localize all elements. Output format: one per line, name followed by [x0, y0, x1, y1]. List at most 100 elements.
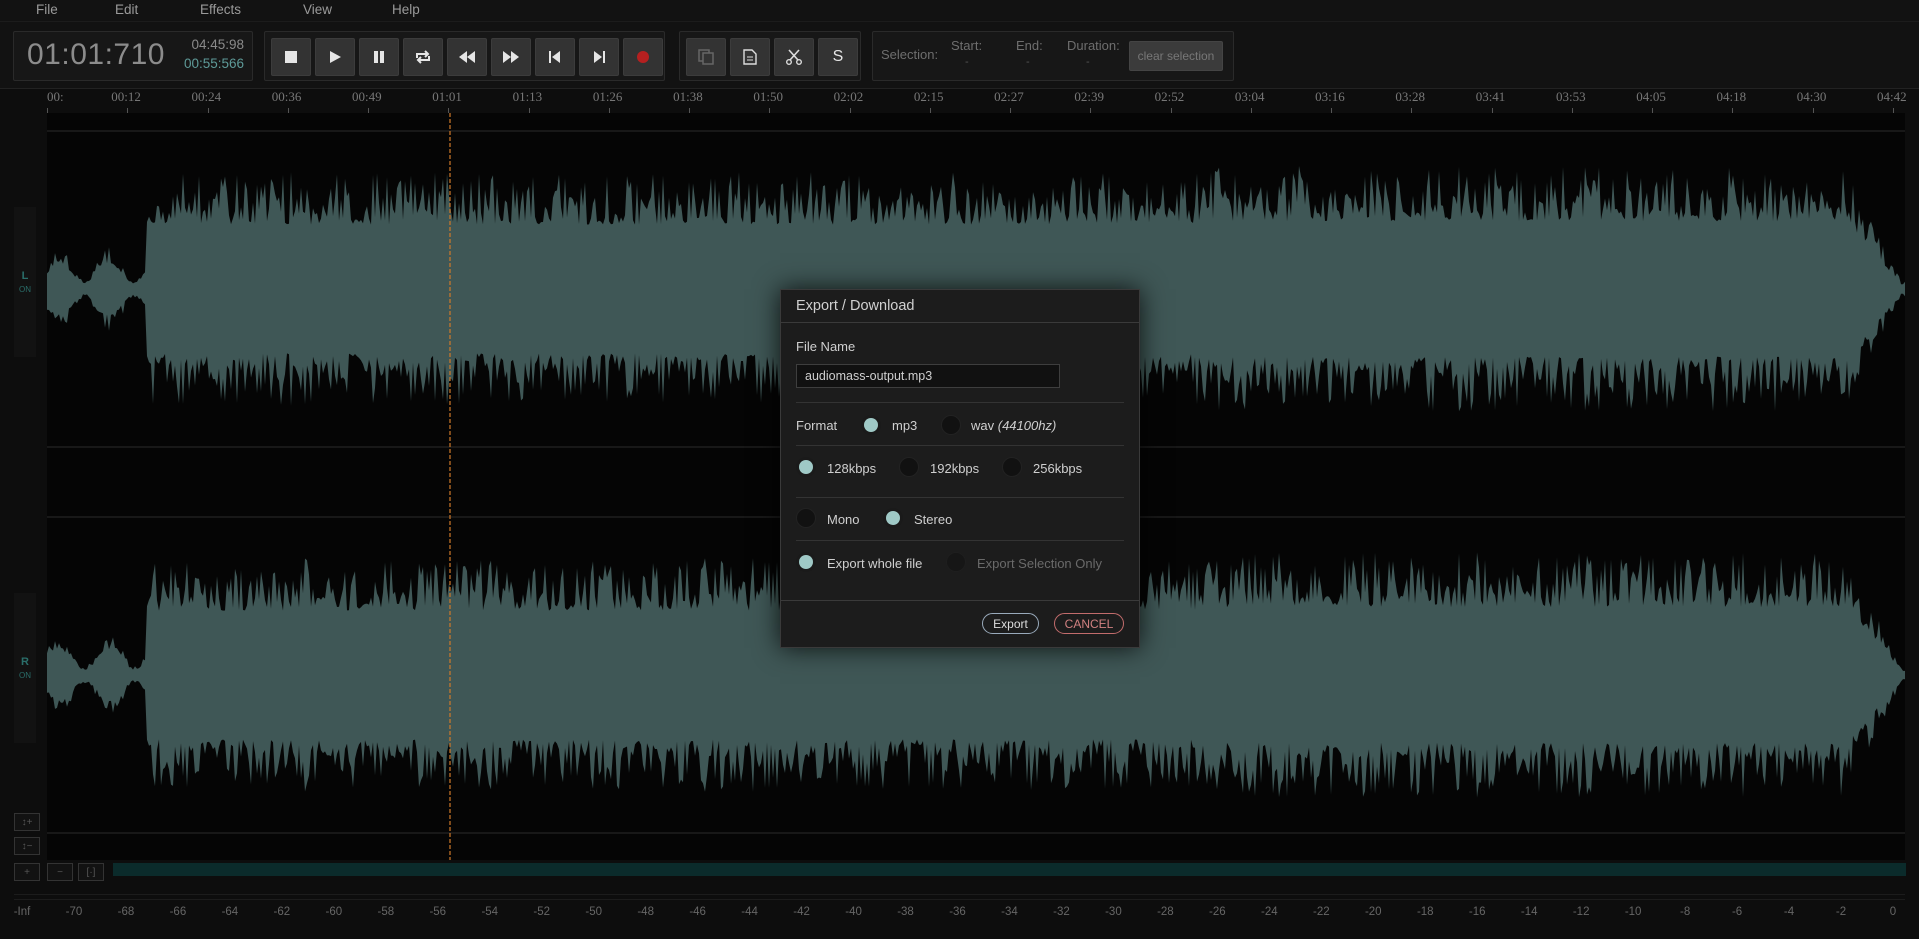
db-scale-label: -18: [1416, 906, 1434, 918]
edit-tools: S: [679, 31, 861, 81]
db-scale-label: -16: [1468, 906, 1486, 918]
db-scale-label: -50: [585, 906, 602, 918]
rewind-button[interactable]: [447, 38, 487, 76]
toolbar: 01:01:710 04:45:98 00:55:566 S Selection…: [0, 22, 1919, 89]
paste-button[interactable]: [730, 38, 770, 76]
timeline-tick: 04:30: [1796, 89, 1827, 104]
zoom-in-button[interactable]: +: [14, 863, 40, 881]
cut-icon: [786, 49, 802, 65]
db-scale-label: -56: [429, 906, 447, 918]
cancel-button[interactable]: CANCEL: [1054, 613, 1124, 634]
divider: [796, 497, 1124, 498]
fast-forward-button[interactable]: [491, 38, 531, 76]
bitrate-256-radio[interactable]: [1002, 457, 1022, 477]
horizontal-scrollbar[interactable]: [113, 863, 1906, 876]
timeline-tick: 02:52: [1154, 89, 1185, 104]
bitrate-128-label: 128kbps: [827, 461, 877, 476]
db-scale-label: -62: [273, 906, 291, 918]
zoom-out-button[interactable]: −: [47, 863, 73, 881]
mono-radio[interactable]: [796, 508, 816, 528]
timeline-tick: 00:24: [191, 89, 222, 104]
db-scale-label: -70: [65, 906, 83, 918]
db-scale-label: -14: [1520, 906, 1538, 918]
cut-button[interactable]: [774, 38, 814, 76]
filename-input[interactable]: audiomass-output.mp3: [796, 364, 1060, 388]
export-whole-file-radio[interactable]: [796, 552, 816, 572]
db-scale-label: -60: [325, 906, 343, 918]
selection-duration-label: Duration:: [1067, 38, 1120, 53]
timeline-tick: 04:42: [1877, 89, 1907, 104]
db-meter-bar: [14, 894, 1905, 900]
skip-forward-icon: [594, 51, 605, 63]
stop-button[interactable]: [271, 38, 311, 76]
timeline-tick: 01:38: [673, 89, 703, 104]
export-dialog: Export / Download File Name audiomass-ou…: [780, 289, 1140, 648]
format-wav-label: wav (44100hz): [971, 418, 1056, 433]
db-scale-label: -Inf: [13, 906, 31, 918]
fast-forward-icon: [503, 51, 519, 63]
db-scale-label: -6: [1731, 906, 1743, 918]
skip-back-button[interactable]: [535, 38, 575, 76]
vertical-zoom-in-button[interactable]: ↕+: [14, 813, 40, 831]
divider: [796, 402, 1124, 403]
timeline-ruler[interactable]: 00: 00:12 00:24 00:36 00:49 01:01 01:13 01:26 01…: [0, 89, 1919, 113]
loop-button[interactable]: [403, 38, 443, 76]
rewind-icon: [459, 51, 475, 63]
export-selection-only-label: Export Selection Only: [977, 556, 1103, 571]
format-wav-rate: (44100hz): [997, 418, 1057, 433]
menu-file[interactable]: File: [36, 2, 58, 17]
selection-duration-value: -: [1086, 56, 1090, 68]
play-button[interactable]: [315, 38, 355, 76]
bitrate-192-radio[interactable]: [899, 457, 919, 477]
record-button[interactable]: [623, 38, 663, 76]
timeline-tick: 02:02: [833, 89, 864, 104]
timeline-tick: 04:18: [1716, 89, 1747, 104]
loop-icon: [416, 50, 430, 64]
db-scale-label: -10: [1624, 906, 1642, 918]
stereo-label: Stereo: [914, 512, 953, 527]
clear-selection-button[interactable]: clear selection: [1129, 41, 1223, 71]
divider: [781, 322, 1139, 323]
db-scale-label: -30: [1105, 906, 1122, 918]
timeline-tick: 03:04: [1234, 89, 1265, 104]
channel-left-toggle[interactable]: L ON: [14, 207, 36, 357]
selection-start-value: -: [965, 56, 969, 68]
bitrate-128-radio[interactable]: [796, 457, 816, 477]
total-time: 04:45:98: [191, 37, 244, 52]
skip-forward-button[interactable]: [579, 38, 619, 76]
db-scale-label: -40: [845, 906, 862, 918]
db-scale-label: -44: [741, 906, 758, 918]
db-scale-label: -64: [221, 906, 239, 918]
menu-edit[interactable]: Edit: [115, 2, 138, 17]
format-mp3-radio[interactable]: [861, 415, 881, 435]
timeline-tick: 03:53: [1555, 89, 1586, 104]
menu-help[interactable]: Help: [392, 2, 420, 17]
stereo-radio[interactable]: [883, 508, 903, 528]
format-wav-radio[interactable]: [941, 415, 961, 435]
zoom-fit-button[interactable]: [·]: [78, 863, 104, 881]
filename-label: File Name: [796, 339, 856, 354]
channel-right-label: R: [21, 656, 29, 668]
db-scale-label: -48: [637, 906, 654, 918]
timeline-tick: 01:26: [592, 89, 623, 104]
db-scale-label: -28: [1157, 906, 1174, 918]
timeline-tick: 02:39: [1074, 89, 1105, 104]
channel-right-toggle[interactable]: R ON: [14, 593, 36, 743]
db-scale-label: -42: [793, 906, 810, 918]
export-button[interactable]: Export: [982, 613, 1039, 634]
record-icon: [637, 51, 649, 63]
silence-button[interactable]: S: [818, 38, 858, 76]
selection-end-label: End:: [1016, 38, 1043, 53]
db-scale-label: -32: [1053, 906, 1070, 918]
divider: [796, 540, 1124, 541]
copy-icon: [698, 49, 714, 65]
menu-effects[interactable]: Effects: [200, 2, 241, 17]
menu-view[interactable]: View: [303, 2, 332, 17]
timeline-tick: 01:01: [432, 89, 462, 104]
paste-icon: [743, 49, 757, 65]
vertical-zoom-out-button[interactable]: ↕−: [14, 837, 40, 855]
pause-button[interactable]: [359, 38, 399, 76]
channel-left-state: ON: [19, 285, 31, 294]
db-scale-label: -68: [117, 906, 135, 918]
copy-button[interactable]: [686, 38, 726, 76]
